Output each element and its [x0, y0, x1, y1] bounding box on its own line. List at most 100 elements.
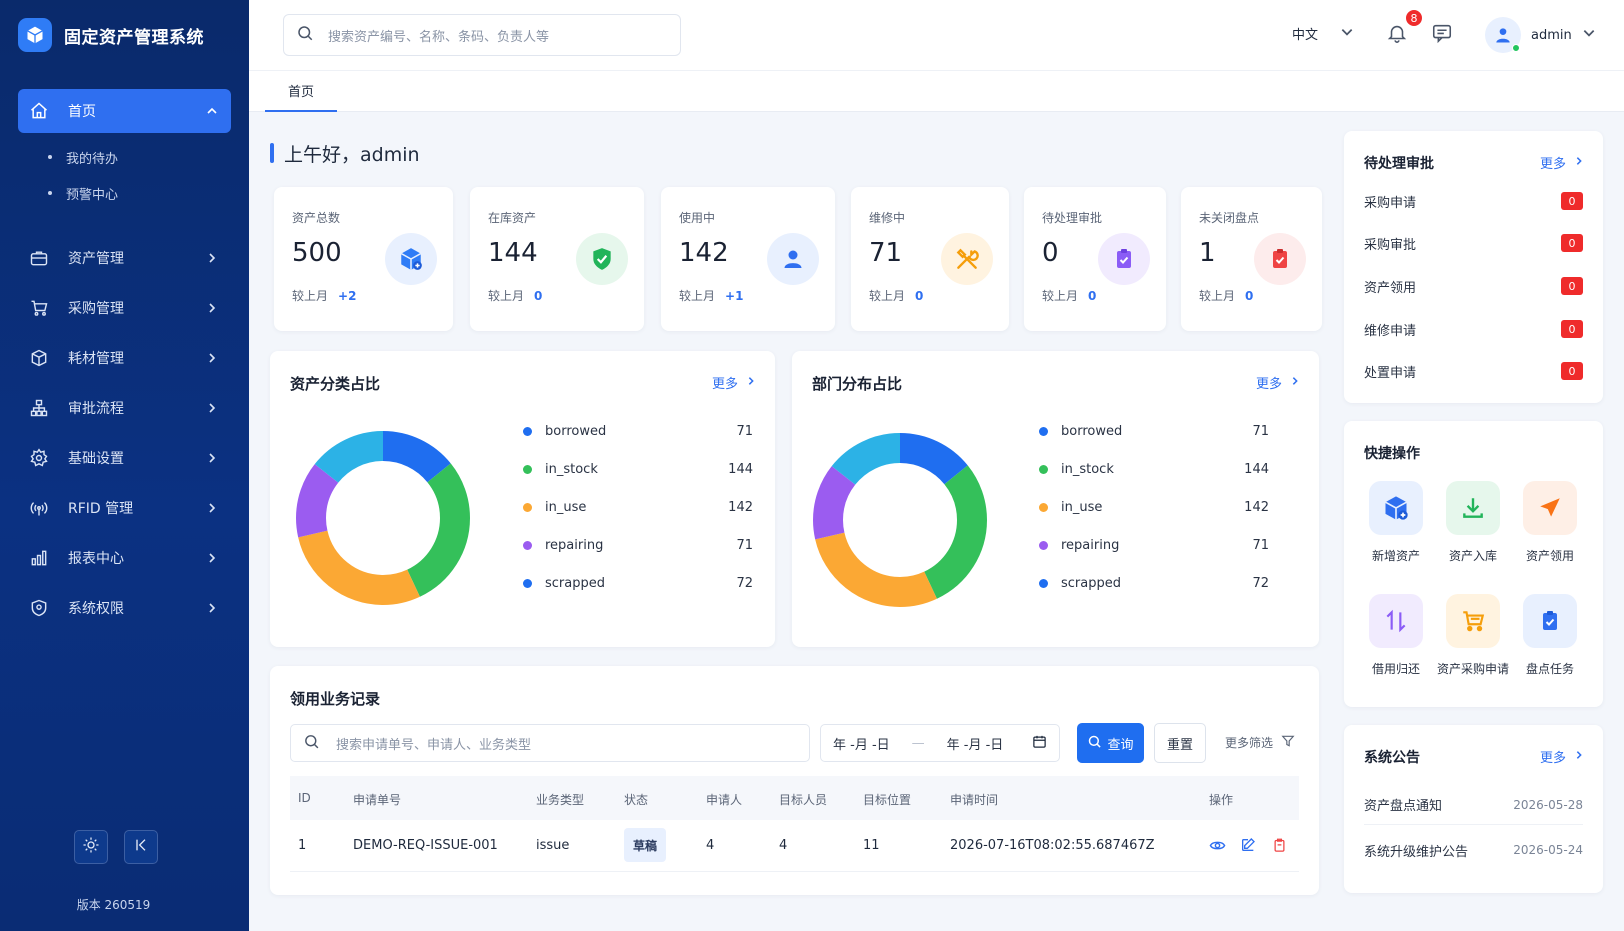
quick-action-inventory-task[interactable]: 盘点任务	[1512, 594, 1588, 677]
sidebar-item-settings[interactable]: 基础设置	[18, 433, 231, 483]
legend-item[interactable]: in_use 142	[1039, 497, 1269, 517]
send-icon	[1523, 481, 1577, 535]
approval-label: 采购申请	[1364, 195, 1417, 211]
date-separator: —	[911, 735, 925, 751]
edit-icon[interactable]	[1238, 835, 1258, 855]
cube-logo-icon	[18, 18, 52, 52]
sidebar-item-permissions[interactable]: 系统权限	[18, 583, 231, 633]
column-header: 申请人	[706, 793, 743, 807]
legend-swatch	[523, 502, 532, 512]
bullet-icon	[48, 155, 52, 159]
sidebar-item-label: 耗材管理	[68, 351, 124, 367]
chevron-right-icon	[205, 601, 219, 615]
sidebar-item-label: 资产管理	[68, 251, 124, 267]
column-header: ID	[298, 791, 311, 805]
stat-label: 资产总数	[292, 211, 341, 225]
sidebar-item-home[interactable]: 首页	[18, 89, 231, 133]
quick-action-label: 资产采购申请	[1436, 662, 1509, 676]
stat-card-open-inventory[interactable]: 未关闭盘点 1 较上月 0	[1181, 187, 1322, 331]
reset-button[interactable]: 重置	[1154, 723, 1206, 763]
cube-icon	[385, 233, 437, 285]
more-link[interactable]: 更多	[1540, 153, 1584, 172]
delete-icon[interactable]	[1269, 835, 1289, 855]
approval-item[interactable]: 采购申请 0	[1364, 187, 1583, 215]
sidebar-subitem-todo[interactable]: 我的待办	[48, 139, 231, 175]
notice-date: 2026-05-24	[1513, 843, 1583, 857]
chevron-up-icon[interactable]	[205, 104, 219, 118]
approval-item[interactable]: 处置申请 0	[1364, 357, 1583, 385]
approval-item[interactable]: 维修申请 0	[1364, 315, 1583, 343]
legend-item[interactable]: in_stock 144	[523, 459, 753, 479]
quick-action-borrow-return[interactable]: 借用归还	[1358, 594, 1434, 677]
sidebar-nav: 首页 我的待办 预警中心 资产管理 采购管理 耗材管理 审批流程 基础设置 RF…	[18, 89, 231, 633]
collapse-sidebar-button[interactable]	[124, 830, 158, 864]
stat-label: 使用中	[679, 211, 716, 225]
legend-item[interactable]: scrapped 72	[1039, 573, 1269, 593]
global-search-input[interactable]: 搜索资产编号、名称、条码、负责人等	[283, 14, 681, 56]
quick-action-purchase-request[interactable]: 资产采购申请	[1431, 594, 1515, 677]
table-row[interactable]: 1 DEMO-REQ-ISSUE-001 issue 草稿 4 4 11 202…	[290, 820, 1299, 872]
swap-icon	[1369, 594, 1423, 648]
legend-item[interactable]: in_use 142	[523, 497, 753, 517]
date-start: 年 -月 -日	[833, 737, 890, 753]
sidebar-item-approval[interactable]: 审批流程	[18, 383, 231, 433]
more-link[interactable]: 更多	[712, 373, 756, 392]
more-filter-label: 更多筛选	[1225, 736, 1274, 750]
cell-request-no: DEMO-REQ-ISSUE-001	[353, 838, 498, 853]
sidebar-item-assets[interactable]: 资产管理	[18, 233, 231, 283]
user-menu[interactable]: admin	[1485, 17, 1596, 53]
sidebar-item-reports[interactable]: 报表中心	[18, 533, 231, 583]
legend-item[interactable]: scrapped 72	[523, 573, 753, 593]
quick-action-add-asset[interactable]: 新增资产	[1358, 481, 1434, 564]
cell-request-time: 2026-07-16T08:02:55.687467Z	[950, 838, 1155, 853]
more-link[interactable]: 更多	[1540, 747, 1584, 766]
count-badge: 0	[1561, 192, 1583, 210]
legend-item[interactable]: repairing 71	[1039, 535, 1269, 555]
column-header: 目标人员	[779, 793, 828, 807]
stat-card-total[interactable]: 资产总数 500 较上月 +2	[274, 187, 453, 331]
quick-action-issue[interactable]: 资产领用	[1512, 481, 1588, 564]
stat-card-repairing[interactable]: 维修中 71 较上月 0	[851, 187, 1009, 331]
sidebar-item-consumables[interactable]: 耗材管理	[18, 333, 231, 383]
quick-action-stock-in[interactable]: 资产入库	[1435, 481, 1511, 564]
sidebar-tools	[74, 830, 158, 864]
records-search-input[interactable]: 搜索申请单号、申请人、业务类型	[290, 724, 810, 762]
notice-item[interactable]: 系统升级维护公告 2026-05-24	[1364, 830, 1583, 870]
column-header: 申请单号	[353, 793, 402, 807]
legend-item[interactable]: borrowed 71	[523, 421, 753, 441]
legend-label: in_stock	[545, 461, 598, 477]
legend-value: 142	[728, 499, 753, 515]
tools-icon	[941, 233, 993, 285]
stat-card-pending-approval[interactable]: 待处理审批 0 较上月 0	[1024, 187, 1166, 331]
messages-button[interactable]	[1429, 22, 1455, 48]
brand[interactable]: 固定资产管理系统	[18, 18, 204, 52]
approval-item[interactable]: 资产领用 0	[1364, 272, 1583, 300]
theme-toggle-button[interactable]	[74, 830, 108, 864]
clipboard-icon	[1523, 594, 1577, 648]
legend-item[interactable]: borrowed 71	[1039, 421, 1269, 441]
sidebar-item-rfid[interactable]: RFID 管理	[18, 483, 231, 533]
box-icon	[28, 347, 50, 369]
language-select[interactable]: 中文	[1292, 24, 1354, 43]
sidebar-subitem-alerts[interactable]: 预警中心	[48, 175, 231, 211]
tab-home[interactable]: 首页	[265, 71, 337, 112]
flow-icon	[28, 397, 50, 419]
legend-item[interactable]: in_stock 144	[1039, 459, 1269, 479]
sidebar-item-label: 采购管理	[68, 301, 124, 317]
sidebar-item-purchase[interactable]: 采购管理	[18, 283, 231, 333]
card-title: 部门分布占比	[812, 375, 903, 393]
more-filter-button[interactable]: 更多筛选	[1225, 734, 1295, 751]
more-link[interactable]: 更多	[1256, 373, 1300, 392]
notification-button[interactable]: 8	[1384, 8, 1424, 48]
query-button[interactable]: 查询	[1077, 723, 1144, 763]
legend-item[interactable]: repairing 71	[523, 535, 753, 555]
notice-item[interactable]: 资产盘点通知 2026-05-28	[1364, 785, 1583, 825]
view-icon[interactable]	[1207, 835, 1227, 855]
search-placeholder: 搜索资产编号、名称、条码、负责人等	[328, 29, 550, 45]
approval-item[interactable]: 采购审批 0	[1364, 229, 1583, 257]
date-range-picker[interactable]: 年 -月 -日 — 年 -月 -日	[820, 724, 1060, 762]
stat-card-in-use[interactable]: 使用中 142 较上月 +1	[661, 187, 835, 331]
sidebar-item-label: 报表中心	[68, 551, 124, 567]
stat-card-in-stock[interactable]: 在库资产 144 较上月 0	[470, 187, 644, 331]
legend-swatch	[1039, 578, 1048, 588]
